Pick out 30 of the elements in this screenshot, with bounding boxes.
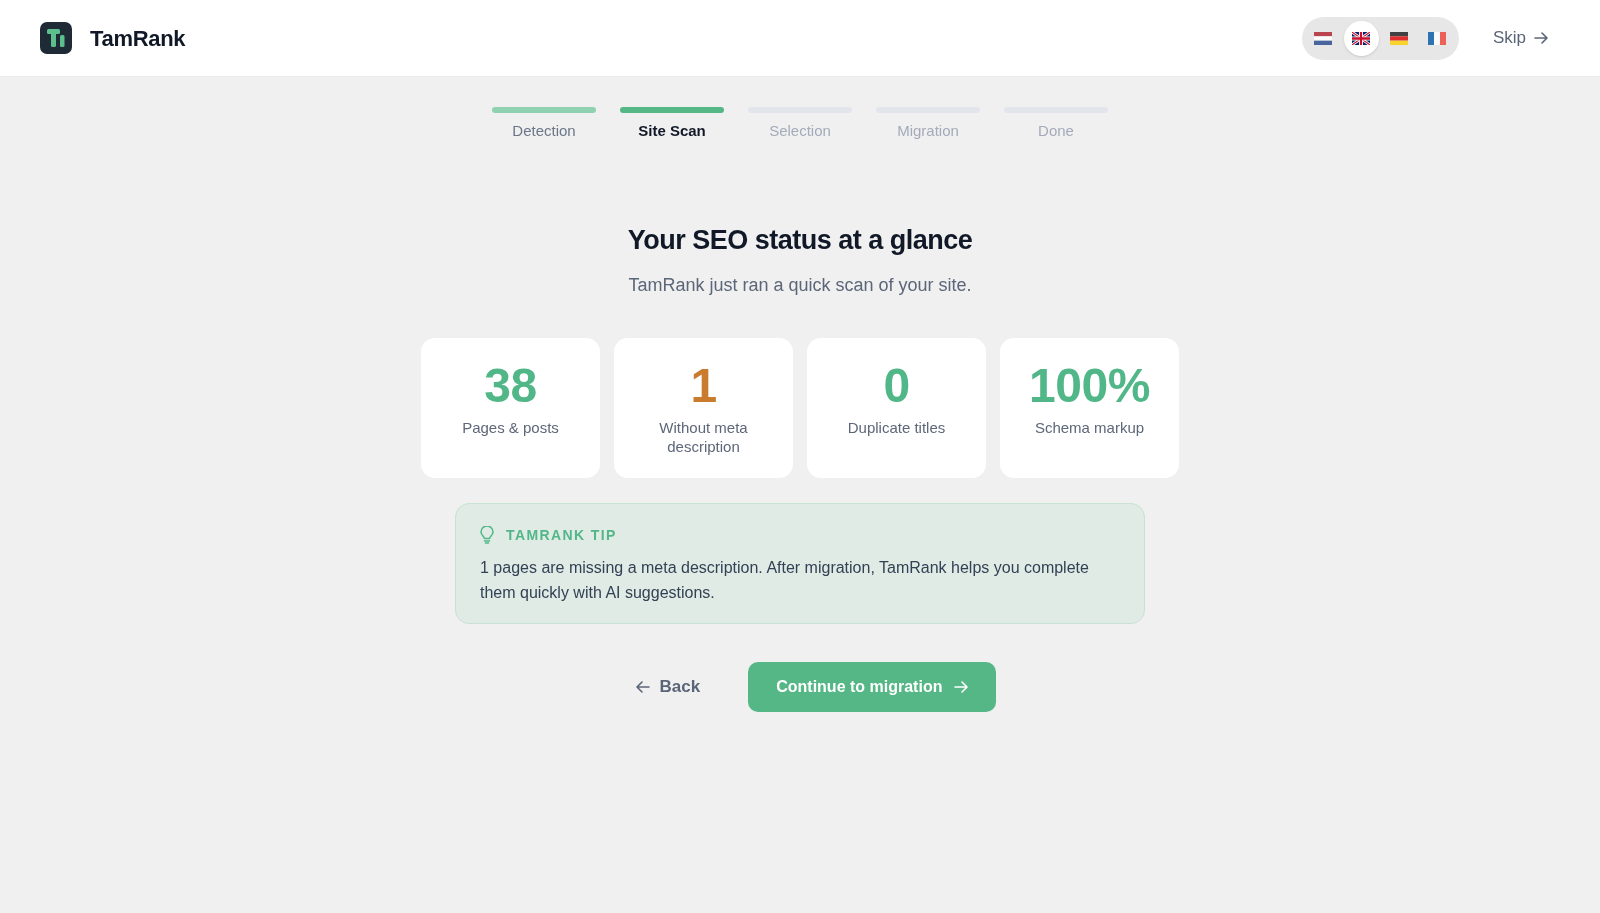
back-button[interactable]: Back <box>627 662 709 712</box>
tip-title: TAMRANK TIP <box>506 526 617 545</box>
page-heading: Your SEO status at a glance <box>627 224 973 257</box>
logo-icon <box>40 22 72 54</box>
lightbulb-icon <box>480 526 494 544</box>
arrow-right-icon <box>954 680 969 694</box>
step-label: Done <box>1038 122 1074 140</box>
germany-flag-icon <box>1390 31 1409 45</box>
brand-name: TamRank <box>90 24 186 53</box>
tip-text: 1 pages are missing a meta description. After migration, TamRank helps you complete them quickly with AI suggestions. <box>480 558 1090 603</box>
step-label: Site Scan <box>638 122 706 140</box>
stat-value: 38 <box>484 362 537 410</box>
stat-value: 1 <box>690 362 717 410</box>
step-label: Detection <box>512 122 576 140</box>
step-label: Migration <box>897 122 959 140</box>
step-label: Selection <box>769 122 831 140</box>
stat-label: Duplicate titles <box>847 418 946 437</box>
arrow-right-icon <box>1534 31 1548 45</box>
stat-value: 100% <box>1029 362 1150 410</box>
netherlands-flag-icon <box>1314 31 1333 45</box>
skip-link[interactable]: Skip <box>1480 17 1560 59</box>
arrow-left-icon <box>635 680 650 694</box>
stat-label: Schema markup <box>1034 418 1145 437</box>
page-subtitle: TamRank just ran a quick scan of your site. <box>628 274 972 297</box>
stat-label: Pages & posts <box>462 418 559 437</box>
language-button[interactable] <box>1343 20 1379 56</box>
stat-value: 0 <box>883 362 910 410</box>
france-flag-icon <box>1428 31 1447 45</box>
union-jack-flag-icon <box>1352 31 1371 45</box>
stat-label: Without meta description <box>658 418 749 456</box>
